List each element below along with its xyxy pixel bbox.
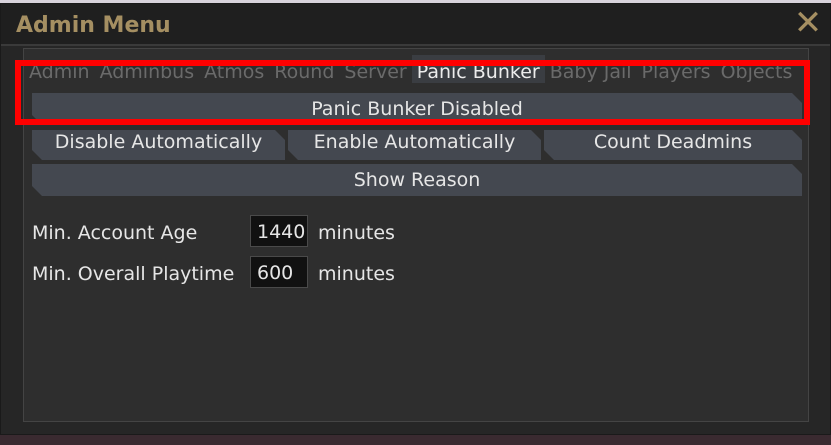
min-account-age-label: Min. Account Age bbox=[32, 222, 198, 244]
min-account-age-input[interactable]: 1440 bbox=[250, 215, 308, 247]
min-overall-playtime-label: Min. Overall Playtime bbox=[32, 263, 235, 285]
close-icon[interactable]: ✕ bbox=[791, 6, 825, 40]
tab-admin[interactable]: Admin bbox=[24, 55, 95, 83]
window-title: Admin Menu bbox=[16, 13, 171, 38]
enable-automatically-button[interactable]: Enable Automatically bbox=[288, 130, 541, 160]
tab-round[interactable]: Round bbox=[269, 55, 339, 83]
tab-content-panel: Admin Adminbus Atmos Round Server Panic Bunke… bbox=[23, 48, 809, 422]
show-reason-button[interactable]: Show Reason bbox=[32, 164, 802, 196]
min-account-age-unit: minutes bbox=[318, 222, 395, 244]
tab-atmos[interactable]: Atmos bbox=[199, 55, 269, 83]
count-deadmins-button[interactable]: Count Deadmins bbox=[544, 130, 802, 160]
window-titlebar[interactable]: Admin Menu ✕ bbox=[1, 4, 830, 46]
tab-panic-bunker[interactable]: Panic Bunker bbox=[411, 55, 545, 83]
panic-bunker-toggle-button[interactable]: Panic Bunker Disabled bbox=[32, 93, 802, 125]
min-overall-playtime-unit: minutes bbox=[318, 263, 395, 285]
tab-bar: Admin Adminbus Atmos Round Server Panic Bunke… bbox=[24, 55, 808, 83]
disable-automatically-button[interactable]: Disable Automatically bbox=[32, 130, 285, 160]
admin-menu-window: Admin Menu ✕ Admin Adminbus Atmos Round Serv… bbox=[0, 3, 831, 435]
tab-objects[interactable]: Objects bbox=[716, 55, 798, 83]
tab-server[interactable]: Server bbox=[339, 55, 411, 83]
tab-adminbus[interactable]: Adminbus bbox=[95, 55, 200, 83]
tab-players[interactable]: Players bbox=[637, 55, 716, 83]
tab-baby-jail[interactable]: Baby Jail bbox=[545, 55, 637, 83]
min-overall-playtime-input[interactable]: 600 bbox=[250, 256, 308, 288]
